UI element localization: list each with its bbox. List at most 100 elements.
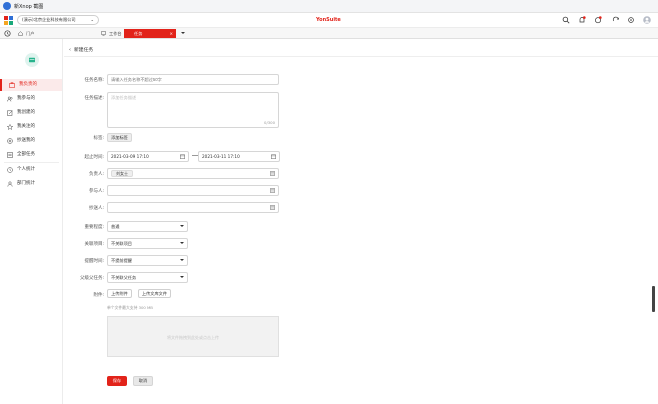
back-button[interactable]: ‹ 新建任务 (69, 46, 93, 53)
sidebar-item-participated[interactable]: 我参与的 (0, 93, 62, 105)
cc-label: 抄送人: (88, 206, 104, 211)
close-icon[interactable]: × (169, 29, 173, 38)
calendar-icon (180, 154, 185, 159)
cc-input[interactable] (107, 202, 279, 213)
sidebar-item-label: 抄送我的 (17, 138, 35, 143)
contacts-icon[interactable] (270, 188, 275, 193)
remind-select[interactable]: 不提前提醒 (107, 255, 188, 266)
sidebar-item-created[interactable]: 我创建的 (0, 107, 62, 119)
end-time-value: 2021-03-11 17:10 (202, 154, 240, 159)
contacts-icon[interactable] (270, 205, 275, 210)
app-grid-icon[interactable] (4, 16, 13, 25)
attachment-label: 附件: (93, 293, 104, 298)
sidebar-item-cc-me[interactable]: 抄送我的 (0, 135, 62, 147)
tenant-selector[interactable]: (演示)北京企业科技有限公司 ⌄ (17, 15, 99, 25)
at-icon (7, 138, 13, 144)
sidebar-item-followed[interactable]: 我关注的 (0, 121, 62, 133)
owner-chip[interactable]: 刘女士 (111, 170, 133, 177)
user-icon (7, 181, 13, 187)
owner-label: 负责人: (88, 172, 104, 177)
notification-icon[interactable] (578, 16, 586, 24)
title-bar (0, 0, 658, 13)
home-icon (18, 31, 23, 36)
list-icon (7, 152, 13, 158)
priority-select[interactable]: 普通 (107, 221, 188, 232)
add-tag-button[interactable]: 添加标签 (107, 133, 132, 142)
caret-down-icon (181, 32, 185, 34)
task-desc-textarea[interactable]: 添加任务描述 0/300 (107, 92, 279, 128)
sidebar-item-personal-stats[interactable]: 个人统计 (0, 164, 62, 176)
start-time-input[interactable]: 2021-03-09 17:10 (107, 151, 189, 162)
tab-task[interactable]: 任务 × (124, 29, 176, 38)
save-button[interactable]: 保存 (107, 376, 127, 386)
tab-dropdown-button[interactable] (180, 30, 186, 36)
vertical-scrollbar[interactable] (652, 286, 655, 312)
history-icon[interactable] (4, 30, 11, 37)
sidebar-item-all-tasks[interactable]: 全部任务 (0, 149, 62, 161)
task-desc-placeholder: 添加任务描述 (111, 95, 137, 100)
participant-input[interactable] (107, 185, 279, 196)
window-title: 新Xnop 截图 (14, 4, 44, 10)
caret-down-icon (180, 276, 184, 278)
brand-logo: YonSuite (316, 17, 341, 23)
sidebar-item-label: 我负责的 (19, 82, 37, 87)
parent-task-select[interactable]: 不关联父任务 (107, 272, 188, 283)
owner-input[interactable]: 刘女士 (107, 168, 279, 179)
sidebar-item-label: 部门统计 (17, 181, 35, 186)
sidebar-item-label: 我参与的 (17, 96, 35, 101)
end-time-input[interactable]: 2021-03-11 17:10 (198, 151, 280, 162)
upload-doc-button[interactable]: 上传文库文件 (138, 289, 171, 298)
tab-portal-label: 门户 (26, 31, 35, 36)
tab-portal[interactable]: 门户 (16, 29, 86, 38)
contacts-icon[interactable] (270, 171, 275, 176)
caret-down-icon (180, 259, 184, 261)
clock-icon (7, 167, 13, 173)
tenant-name: (演示)北京企业科技有限公司 (22, 17, 76, 22)
remind-value: 不提前提醒 (111, 258, 132, 263)
parent-task-value: 不关联父任务 (111, 275, 137, 280)
avatar[interactable] (643, 16, 651, 24)
priority-value: 普通 (111, 224, 120, 229)
remind-label: 提醒时间: (84, 259, 104, 264)
start-time-value: 2021-03-09 17:10 (111, 154, 149, 159)
task-name-label: 任务名称: (84, 78, 104, 83)
sidebar-item-my-responsible[interactable]: 我负责的 (0, 79, 62, 91)
sidebar-item-dept-stats[interactable]: 部门统计 (0, 178, 62, 190)
chevron-down-icon: ⌄ (90, 17, 94, 22)
header-divider (64, 56, 658, 57)
tab-task-label: 任务 (134, 31, 143, 36)
caret-down-icon (180, 225, 184, 227)
project-value: 不关联项目 (111, 241, 132, 246)
settings-icon[interactable] (627, 16, 635, 24)
users-icon (7, 96, 13, 102)
briefcase-icon (9, 82, 15, 88)
deadline-label: 起止时间: (84, 155, 104, 160)
refresh-icon[interactable] (612, 16, 620, 24)
project-label: 关联项目: (84, 242, 104, 247)
page-title: 新建任务 (73, 48, 94, 53)
cancel-button[interactable]: 取消 (133, 376, 153, 386)
parent-task-label: 父级父任务: (79, 276, 104, 281)
project-select[interactable]: 不关联项目 (107, 238, 188, 249)
sidebar-divider (4, 162, 59, 163)
task-desc-counter: 0/300 (264, 120, 275, 125)
participant-label: 参与人: (88, 189, 104, 194)
task-name-input[interactable] (107, 74, 279, 85)
search-icon[interactable] (562, 16, 570, 24)
tab-workbench-label: 工作台 (109, 31, 122, 36)
monitor-icon (101, 31, 106, 36)
tag-label: 标签: (93, 136, 104, 141)
upload-attachment-button[interactable]: 上传附件 (107, 289, 132, 298)
sidebar-item-label: 我关注的 (17, 124, 35, 129)
priority-label: 重要程度: (84, 225, 104, 230)
sidebar-item-label: 我创建的 (17, 110, 35, 115)
app-logo-icon (3, 2, 11, 10)
tab-workbench[interactable]: 工作台 (99, 29, 123, 38)
file-drop-zone[interactable]: 将文件拖拽到此处或点击上传 (107, 316, 279, 357)
calendar-icon (271, 154, 276, 159)
star-icon (7, 124, 13, 130)
sidebar-item-label: 全部任务 (17, 152, 35, 157)
message-icon[interactable] (594, 16, 602, 24)
attachment-hint: 单个文件最大支持 300 MB (107, 305, 153, 310)
sidebar-item-label: 个人统计 (17, 167, 35, 172)
